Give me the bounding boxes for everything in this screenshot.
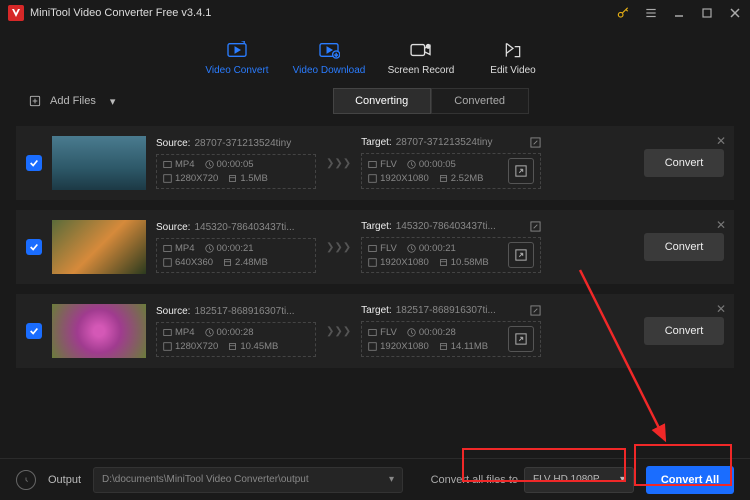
convert-all-to-label: Convert all files to	[431, 474, 518, 486]
list-item: Source:145320-786403437ti... MP4 00:00:2…	[16, 210, 734, 284]
source-info: Source:145320-786403437ti... MP4 00:00:2…	[156, 222, 316, 273]
arrow-icon: ❯❯❯	[326, 242, 351, 253]
main-tabs: Video Convert Video Download Screen Reco…	[0, 30, 750, 84]
chevron-down-icon: ▾	[389, 474, 394, 485]
checkbox[interactable]	[26, 239, 42, 255]
expand-button[interactable]	[508, 158, 534, 184]
target-info: Target:182517-868916307ti... FLV 00:00:2…	[361, 305, 541, 357]
tab-screen-record[interactable]: Screen Record	[375, 30, 467, 84]
clock-icon[interactable]	[16, 470, 36, 490]
tab-label: Video Download	[293, 65, 366, 76]
app-title: MiniTool Video Converter Free v3.4.1	[30, 7, 211, 19]
output-path-select[interactable]: D:\documents\MiniTool Video Converter\ou…	[93, 467, 403, 493]
convert-button[interactable]: Convert	[644, 317, 724, 345]
subtabs: Converting Converted	[333, 88, 529, 114]
output-path-value: D:\documents\MiniTool Video Converter\ou…	[102, 474, 309, 485]
tab-video-download[interactable]: Video Download	[283, 30, 375, 84]
footer: Output D:\documents\MiniTool Video Conve…	[0, 458, 750, 500]
remove-item-icon[interactable]: ✕	[716, 218, 726, 232]
remove-item-icon[interactable]: ✕	[716, 302, 726, 316]
chevron-down-icon: ▾	[620, 474, 625, 485]
maximize-icon[interactable]	[700, 6, 714, 20]
format-value: FLV HD 1080P	[533, 474, 600, 485]
add-icon	[28, 94, 42, 108]
minimize-icon[interactable]	[672, 6, 686, 20]
expand-button[interactable]	[508, 326, 534, 352]
source-info: Source:182517-868916307ti... MP4 00:00:2…	[156, 306, 316, 357]
screen-record-icon	[409, 39, 433, 61]
convert-all-button[interactable]: Convert All	[646, 466, 734, 494]
edit-target-icon[interactable]	[530, 137, 541, 151]
app-logo	[8, 5, 24, 21]
file-list: Source:28707-371213524tiny MP4 00:00:05 …	[0, 118, 750, 368]
list-item: Source:28707-371213524tiny MP4 00:00:05 …	[16, 126, 734, 200]
tab-label: Edit Video	[490, 65, 535, 76]
output-label: Output	[48, 474, 81, 486]
format-select[interactable]: FLV HD 1080P ▾	[524, 467, 634, 493]
subtab-converting[interactable]: Converting	[333, 88, 431, 114]
close-icon[interactable]	[728, 6, 742, 20]
checkbox[interactable]	[26, 323, 42, 339]
tab-video-convert[interactable]: Video Convert	[191, 30, 283, 84]
thumbnail[interactable]	[52, 304, 146, 358]
key-icon[interactable]	[616, 6, 630, 20]
arrow-icon: ❯❯❯	[326, 158, 351, 169]
subtab-converted[interactable]: Converted	[431, 88, 529, 114]
convert-button[interactable]: Convert	[644, 233, 724, 261]
add-files-label: Add Files	[50, 95, 96, 107]
thumbnail[interactable]	[52, 136, 146, 190]
list-item: Source:182517-868916307ti... MP4 00:00:2…	[16, 294, 734, 368]
chevron-down-icon: ▾	[110, 95, 116, 108]
edit-target-icon[interactable]	[530, 305, 541, 319]
add-files-button[interactable]: Add Files ▾	[20, 89, 123, 113]
expand-button[interactable]	[508, 242, 534, 268]
titlebar: MiniTool Video Converter Free v3.4.1	[0, 0, 750, 26]
video-convert-icon	[226, 39, 248, 61]
target-info: Target:28707-371213524tiny FLV 00:00:05 …	[361, 137, 541, 189]
arrow-icon: ❯❯❯	[326, 326, 351, 337]
thumbnail[interactable]	[52, 220, 146, 274]
edit-video-icon	[503, 39, 523, 61]
tab-label: Video Convert	[205, 65, 268, 76]
menu-icon[interactable]	[644, 6, 658, 20]
convert-button[interactable]: Convert	[644, 149, 724, 177]
target-info: Target:145320-786403437ti... FLV 00:00:2…	[361, 221, 541, 273]
source-info: Source:28707-371213524tiny MP4 00:00:05 …	[156, 138, 316, 189]
tab-edit-video[interactable]: Edit Video	[467, 30, 559, 84]
edit-target-icon[interactable]	[530, 221, 541, 235]
toolbar: Add Files ▾ Converting Converted	[0, 84, 750, 118]
video-download-icon	[318, 39, 340, 61]
tab-label: Screen Record	[388, 65, 455, 76]
checkbox[interactable]	[26, 155, 42, 171]
remove-item-icon[interactable]: ✕	[716, 134, 726, 148]
